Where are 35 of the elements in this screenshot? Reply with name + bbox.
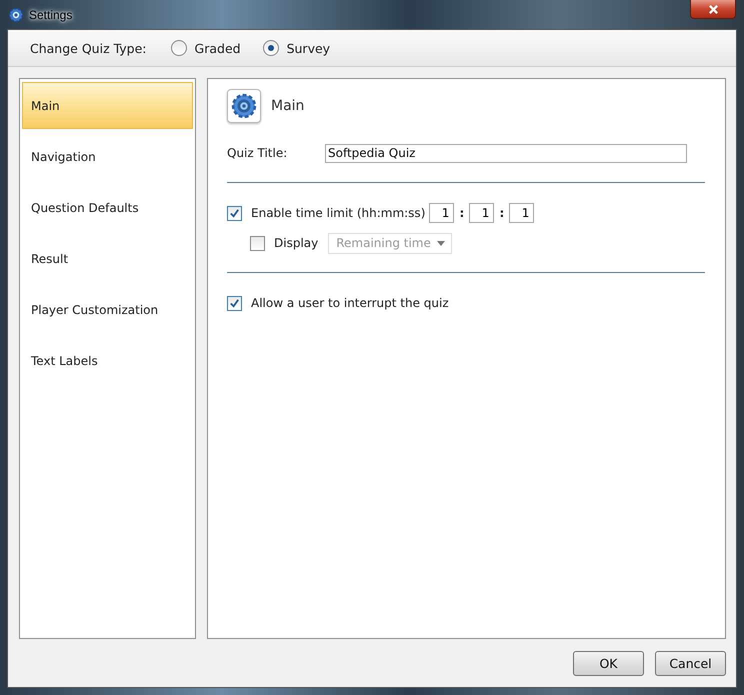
radio-button[interactable] <box>262 40 279 56</box>
sidebar-item[interactable]: Player Customization <box>22 286 193 333</box>
time-field[interactable]: 1 <box>469 203 494 223</box>
radio-label: Graded <box>194 40 241 56</box>
sidebar-item[interactable]: Main <box>22 82 193 129</box>
close-button[interactable] <box>690 0 736 19</box>
checkbox[interactable] <box>250 236 265 250</box>
time-field[interactable]: 1 <box>509 203 534 223</box>
panel-title: Main <box>271 98 304 114</box>
sidebar-item[interactable]: Navigation <box>22 133 193 180</box>
quiz-title-field[interactable]: Softpedia Quiz <box>325 144 687 162</box>
checkbox[interactable] <box>227 296 242 310</box>
ok-button[interactable]: OK <box>573 650 644 676</box>
checkbox-label: Allow a user to interrupt the quiz <box>251 296 449 310</box>
close-icon <box>708 4 718 14</box>
quiz-type-label: Change Quiz Type: <box>30 40 147 56</box>
radio-label: Survey <box>286 40 330 56</box>
checkbox[interactable] <box>227 206 242 220</box>
cancel-button[interactable]: Cancel <box>655 650 726 676</box>
radio-button[interactable] <box>170 40 187 56</box>
window-title: Settings <box>29 8 72 22</box>
gear-icon <box>227 89 261 123</box>
time-field[interactable]: 1 <box>429 203 454 223</box>
sidebar-item[interactable]: Result <box>22 235 193 282</box>
radio-option[interactable]: Survey <box>262 40 330 56</box>
caret-icon <box>437 240 446 246</box>
sidebar-item[interactable]: Text Labels <box>22 337 193 384</box>
time-separator: : <box>458 206 466 220</box>
time-separator: : <box>498 206 506 220</box>
checkbox-label: Enable time limit (hh:mm:ss) <box>251 206 426 220</box>
sidebar-item[interactable]: Question Defaults <box>22 184 193 231</box>
gear-icon <box>8 6 24 22</box>
radio-option[interactable]: Graded <box>170 40 241 56</box>
checkbox-label: Display <box>274 236 318 250</box>
field-label: Quiz Title: <box>227 146 288 160</box>
